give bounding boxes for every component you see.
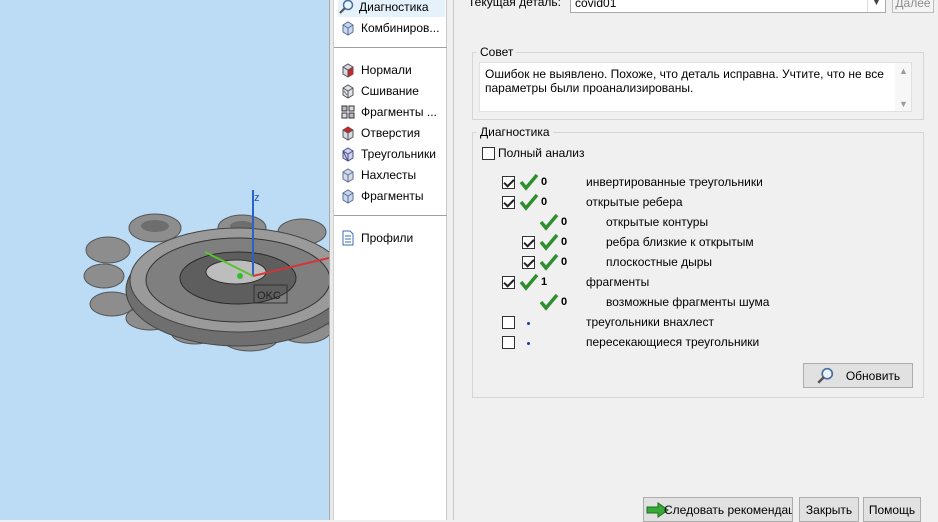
shells-label: фрагменты <box>586 275 650 289</box>
noise-shells-count: 0 <box>561 296 568 308</box>
status-dot-icon <box>527 342 530 345</box>
shells-cube-icon <box>342 189 354 204</box>
advice-text: Ошибок не выявлено. Похоже, что деталь и… <box>485 67 884 95</box>
nav-item-label: Нормали <box>361 63 412 77</box>
holes-cube-icon <box>342 126 354 141</box>
refresh-button[interactable]: Обновить <box>803 363 913 388</box>
advice-group-title: Совет <box>477 45 517 59</box>
full-analysis-label: Полный анализ <box>498 146 585 160</box>
near-open-edges-count: 0 <box>561 236 568 248</box>
scroll-up-icon[interactable]: ▲ <box>899 66 908 76</box>
planar-holes-label: плоскостные дыры <box>606 255 713 269</box>
inverted-triangles-count: 0 <box>541 176 548 188</box>
nav-item-label: Профили <box>361 231 414 245</box>
nav-item-label: Диагностика <box>359 0 429 14</box>
open-edges-label: открытые ребера <box>586 195 683 209</box>
inverted-triangles-label: инвертированные треугольники <box>586 175 763 189</box>
panel-divider <box>453 0 454 520</box>
status-dot-icon <box>527 322 530 325</box>
3d-viewport[interactable]: z OKC <box>0 0 329 520</box>
advice-textbox[interactable]: Ошибок не выявлено. Похоже, что деталь и… <box>479 62 912 112</box>
nav-item-label: Нахлесты <box>361 168 417 182</box>
advice-scrollbar[interactable]: ▲ ▼ <box>895 63 911 111</box>
near-open-edges-checkbox[interactable] <box>522 236 535 249</box>
magnifier-icon <box>817 367 833 384</box>
nav-item-shells[interactable]: Фрагменты <box>340 186 424 206</box>
check-ok-icon <box>539 293 559 311</box>
check-ok-icon <box>539 233 559 251</box>
refresh-label: Обновить <box>845 368 901 383</box>
check-ok-icon <box>519 193 539 211</box>
nav-item-diagnostics[interactable]: Диагностика <box>338 0 445 17</box>
nav-item-label: Отверстия <box>361 126 421 140</box>
nav-item-overlaps[interactable]: Нахлесты <box>340 165 416 185</box>
open-contours-label: открытые контуры <box>606 215 709 229</box>
nav-item-label: Треугольники <box>361 147 436 161</box>
nav-item-triangles[interactable]: Треугольники <box>340 144 436 164</box>
intersecting-triangles-checkbox[interactable] <box>502 336 515 349</box>
full-analysis-checkbox[interactable] <box>482 147 495 160</box>
follow-recommendations-button[interactable]: Следовать рекомендациям <box>643 497 793 522</box>
planar-holes-checkbox[interactable] <box>522 256 535 269</box>
planar-holes-count: 0 <box>561 256 568 268</box>
shells-checkbox[interactable] <box>502 276 515 289</box>
triangles-cube-icon <box>342 147 354 162</box>
check-ok-icon <box>519 273 539 291</box>
magnifier-icon <box>339 0 354 14</box>
nav-item-label: Фрагменты <box>361 189 424 203</box>
combine-cube-icon <box>342 21 354 36</box>
next-button[interactable]: Далее <box>892 0 934 13</box>
fragments-cube-icon <box>341 105 355 119</box>
nav-panel: Диагностика Комбиниров... Нормали Сшиван… <box>334 0 447 520</box>
follow-recommendations-label: Следовать рекомендациям <box>664 502 792 517</box>
nav-item-fragments-1[interactable]: Фрагменты ... <box>340 102 437 122</box>
part-model: z OKC <box>83 190 329 352</box>
nav-item-label: Фрагменты ... <box>361 105 437 119</box>
document-icon <box>342 230 354 246</box>
stitch-cube-icon <box>342 84 354 99</box>
nav-item-stitching[interactable]: Сшивание <box>340 81 419 101</box>
check-ok-icon <box>539 213 559 231</box>
nav-item-label: Сшивание <box>361 84 419 98</box>
near-open-edges-label: ребра близкие к открытым <box>606 235 754 249</box>
nav-item-label: Комбиниров... <box>361 21 440 35</box>
help-button[interactable]: Помощь <box>863 497 921 522</box>
check-ok-icon <box>539 253 559 271</box>
overlaps-cube-icon <box>342 168 354 183</box>
overlapping-triangles-label: треугольники внахлест <box>586 315 714 329</box>
nav-item-combine[interactable]: Комбиниров... <box>340 18 439 38</box>
chevron-down-icon[interactable]: ▼ <box>867 0 885 12</box>
nav-item-holes[interactable]: Отверстия <box>340 123 420 143</box>
nav-item-normals[interactable]: Нормали <box>340 60 412 80</box>
normals-cube-icon <box>342 63 354 78</box>
check-ok-icon <box>519 173 539 191</box>
overlapping-triangles-checkbox[interactable] <box>502 316 515 329</box>
open-contours-count: 0 <box>561 216 568 228</box>
scroll-down-icon[interactable]: ▼ <box>899 99 908 109</box>
current-part-value: covid01 <box>575 0 617 10</box>
current-part-label: Текущая деталь: <box>468 0 561 9</box>
shells-count: 1 <box>541 276 548 288</box>
nav-divider <box>334 215 447 216</box>
open-edges-checkbox[interactable] <box>502 196 515 209</box>
current-part-select[interactable]: covid01 ▼ <box>570 0 886 13</box>
inverted-triangles-checkbox[interactable] <box>502 176 515 189</box>
intersecting-triangles-label: пересекающиеся треугольники <box>586 335 760 349</box>
nav-divider <box>334 47 447 48</box>
z-axis-label: z <box>254 192 260 204</box>
model-text: OKC <box>257 290 281 302</box>
nav-item-profiles[interactable]: Профили <box>340 228 413 248</box>
open-edges-count: 0 <box>541 196 548 208</box>
close-button[interactable]: Закрыть <box>799 497 859 522</box>
noise-shells-label: возможные фрагменты шума <box>606 295 770 309</box>
diagnostics-group-title: Диагностика <box>477 125 553 139</box>
